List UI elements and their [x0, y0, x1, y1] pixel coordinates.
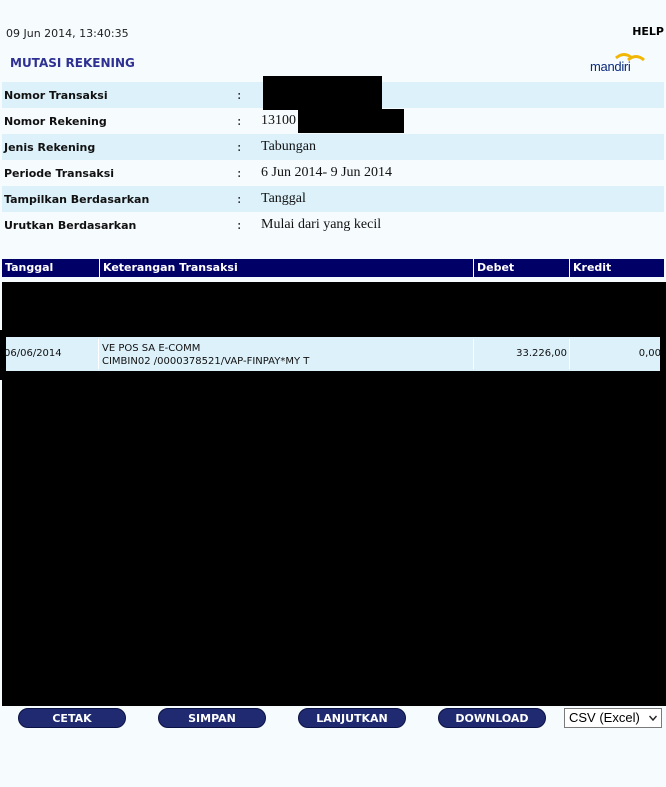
info-label: Tampilkan Berdasarkan [4, 192, 150, 206]
keterangan-line-1: VE POS SA E-COMM [102, 343, 201, 354]
account-number-prefix: 13100 [261, 113, 296, 129]
cell-divider [98, 339, 99, 369]
cell-debet: 33.226,00 [516, 348, 567, 359]
logo-text: mandiri [590, 59, 631, 74]
info-value: 6 Jun 2014- 9 Jun 2014 [261, 165, 393, 180]
mandiri-logo: mandiri [588, 52, 654, 74]
redaction-block [263, 76, 382, 110]
cell-tanggal: 06/06/2014 [4, 348, 62, 359]
info-label: Nomor Rekening [4, 114, 107, 128]
column-header-debet: Debet [473, 259, 569, 277]
info-colon: : [237, 139, 242, 155]
help-link[interactable]: HELP [632, 25, 664, 38]
redaction-block [298, 109, 404, 133]
simpan-button[interactable]: SIMPAN [158, 708, 266, 728]
info-value: Tanggal [261, 191, 306, 206]
page-title: MUTASI REKENING [10, 56, 135, 70]
info-row-nomor-rekening: Nomor Rekening : 13100 [2, 108, 664, 134]
info-value: 13100 [260, 108, 664, 134]
info-value: Mulai dari yang kecil [261, 217, 382, 232]
chevron-down-icon [649, 715, 657, 722]
keterangan-line-2: CIMBIN02 /0000378521/VAP-FINPAY*MY T [102, 356, 310, 367]
select-value: CSV (Excel) [569, 710, 640, 725]
account-info-table: Nomor Transaksi : Nomor Rekening : 13100… [2, 76, 664, 238]
download-format-select[interactable]: CSV (Excel) [564, 708, 662, 728]
column-header-keterangan: Keterangan Transaksi [99, 259, 473, 277]
cell-keterangan: VE POS SA E-COMM CIMBIN02 /0000378521/VA… [102, 337, 472, 371]
info-row-urutkan: Urutkan Berdasarkan : Mulai dari yang ke… [2, 212, 664, 238]
lanjutkan-button[interactable]: LANJUTKAN [298, 708, 406, 728]
info-row-tampilkan: Tampilkan Berdasarkan : Tanggal [2, 186, 664, 212]
info-row-nomor-transaksi: Nomor Transaksi : [2, 76, 664, 110]
info-value [260, 76, 664, 110]
info-colon: : [237, 165, 242, 181]
column-header-kredit: Kredit [569, 259, 664, 277]
info-label: Periode Transaksi [4, 166, 115, 180]
timestamp: 09 Jun 2014, 13:40:35 [6, 27, 129, 40]
info-label: Jenis Rekening [4, 140, 96, 154]
info-row-jenis-rekening: Jenis Rekening : Tabungan [2, 134, 664, 160]
cetak-button[interactable]: CETAK [18, 708, 126, 728]
info-row-periode-transaksi: Periode Transaksi : 6 Jun 2014- 9 Jun 20… [2, 160, 664, 186]
cell-kredit: 0,00 [638, 348, 661, 359]
info-value: Tabungan [261, 139, 317, 154]
info-colon: : [237, 87, 242, 103]
info-label: Nomor Transaksi [4, 88, 108, 102]
transaction-table-header: Tanggal Keterangan Transaksi Debet Kredi… [2, 259, 664, 277]
info-colon: : [237, 113, 242, 129]
info-colon: : [237, 191, 242, 207]
info-label: Urutkan Berdasarkan [4, 218, 137, 232]
table-row: 06/06/2014 VE POS SA E-COMM CIMBIN02 /00… [4, 337, 661, 371]
column-header-tanggal: Tanggal [5, 261, 54, 274]
info-colon: : [237, 217, 242, 233]
download-button[interactable]: DOWNLOAD [438, 708, 546, 728]
